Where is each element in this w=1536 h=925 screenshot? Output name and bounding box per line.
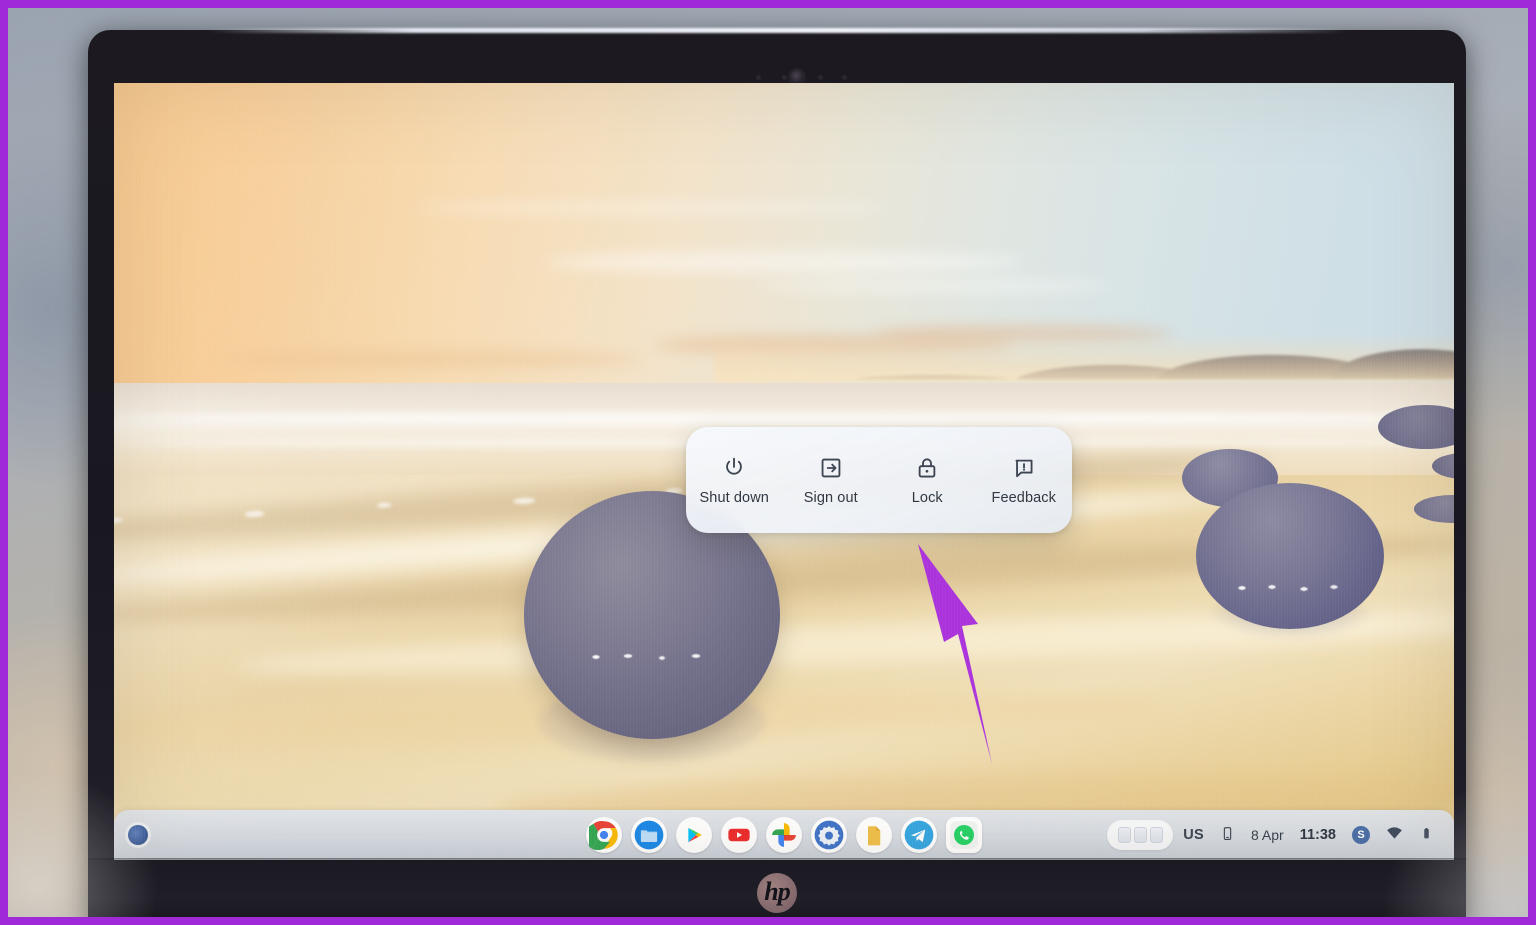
laptop-device: Shut down Sign out	[88, 30, 1466, 925]
power-menu-label: Feedback	[992, 490, 1056, 506]
hp-logo-text: hp	[764, 879, 789, 905]
power-menu-label: Lock	[912, 490, 943, 506]
wifi-icon[interactable]	[1386, 825, 1403, 845]
power-menu-label: Sign out	[804, 490, 858, 506]
sign-out-icon	[818, 455, 844, 481]
feedback-icon	[1011, 455, 1037, 481]
shelf-app-youtube[interactable]	[721, 817, 757, 853]
account-badge[interactable]: S	[1352, 826, 1370, 844]
battery-icon[interactable]	[1419, 826, 1434, 844]
shelf: US 8 Apr 11:38 S	[114, 810, 1454, 860]
docs-icon	[859, 820, 889, 850]
screenshot-frame: Shut down Sign out	[0, 0, 1536, 925]
power-icon	[721, 455, 747, 481]
tray-time[interactable]: 11:38	[1300, 827, 1336, 843]
power-menu-item-feedback[interactable]: Feedback	[978, 455, 1070, 506]
settings-gear-icon	[814, 820, 844, 850]
shelf-app-files[interactable]	[631, 817, 667, 853]
tray-date[interactable]: 8 Apr	[1251, 827, 1284, 843]
wallpaper-cloud	[754, 279, 1114, 293]
power-menu-item-sign-out[interactable]: Sign out	[785, 455, 877, 506]
phone-icon[interactable]	[1220, 826, 1235, 844]
shelf-app-chrome[interactable]	[586, 817, 622, 853]
youtube-icon	[724, 820, 754, 850]
lock-icon	[914, 455, 940, 481]
shelf-app-play-store[interactable]	[676, 817, 712, 853]
wallpaper-boulder-glint	[1232, 581, 1352, 595]
power-menu-item-shut-down[interactable]: Shut down	[688, 455, 780, 506]
telegram-icon	[904, 820, 934, 850]
wallpaper-cloud	[224, 351, 644, 367]
webcam-sensor-dots	[756, 75, 846, 81]
play-store-icon	[679, 820, 709, 850]
wallpaper-boulder	[1196, 483, 1384, 629]
shelf-app-list	[586, 817, 982, 853]
wallpaper-boulder-glint	[584, 649, 734, 665]
system-tray: US 8 Apr 11:38 S	[1107, 820, 1444, 850]
whatsapp-icon	[949, 820, 979, 850]
shelf-app-whatsapp[interactable]	[946, 817, 982, 853]
lid-edge-highlight	[208, 28, 1348, 33]
wallpaper-haze	[714, 333, 1454, 383]
laptop-screen: Shut down Sign out	[114, 83, 1454, 860]
chrome-icon	[589, 820, 619, 850]
shelf-app-settings[interactable]	[811, 817, 847, 853]
files-icon	[634, 820, 664, 850]
shelf-app-photos[interactable]	[766, 817, 802, 853]
launcher-button[interactable]	[128, 825, 148, 845]
ime-indicator[interactable]: US	[1183, 827, 1204, 843]
bottom-bezel: hp	[88, 860, 1466, 925]
power-menu-item-lock[interactable]: Lock	[881, 455, 973, 506]
google-photos-icon	[769, 820, 799, 850]
status-area[interactable]: US 8 Apr 11:38 S	[1173, 821, 1444, 849]
shelf-app-telegram[interactable]	[901, 817, 937, 853]
hp-logo: hp	[757, 873, 797, 913]
shelf-app-docs[interactable]	[856, 817, 892, 853]
power-menu: Shut down Sign out	[686, 427, 1072, 533]
wallpaper-cloud	[414, 201, 894, 215]
wallpaper-surf-line	[114, 413, 1454, 423]
notification-badges[interactable]	[1107, 820, 1173, 850]
wallpaper-cloud	[544, 251, 1024, 273]
power-menu-label: Shut down	[700, 490, 769, 506]
